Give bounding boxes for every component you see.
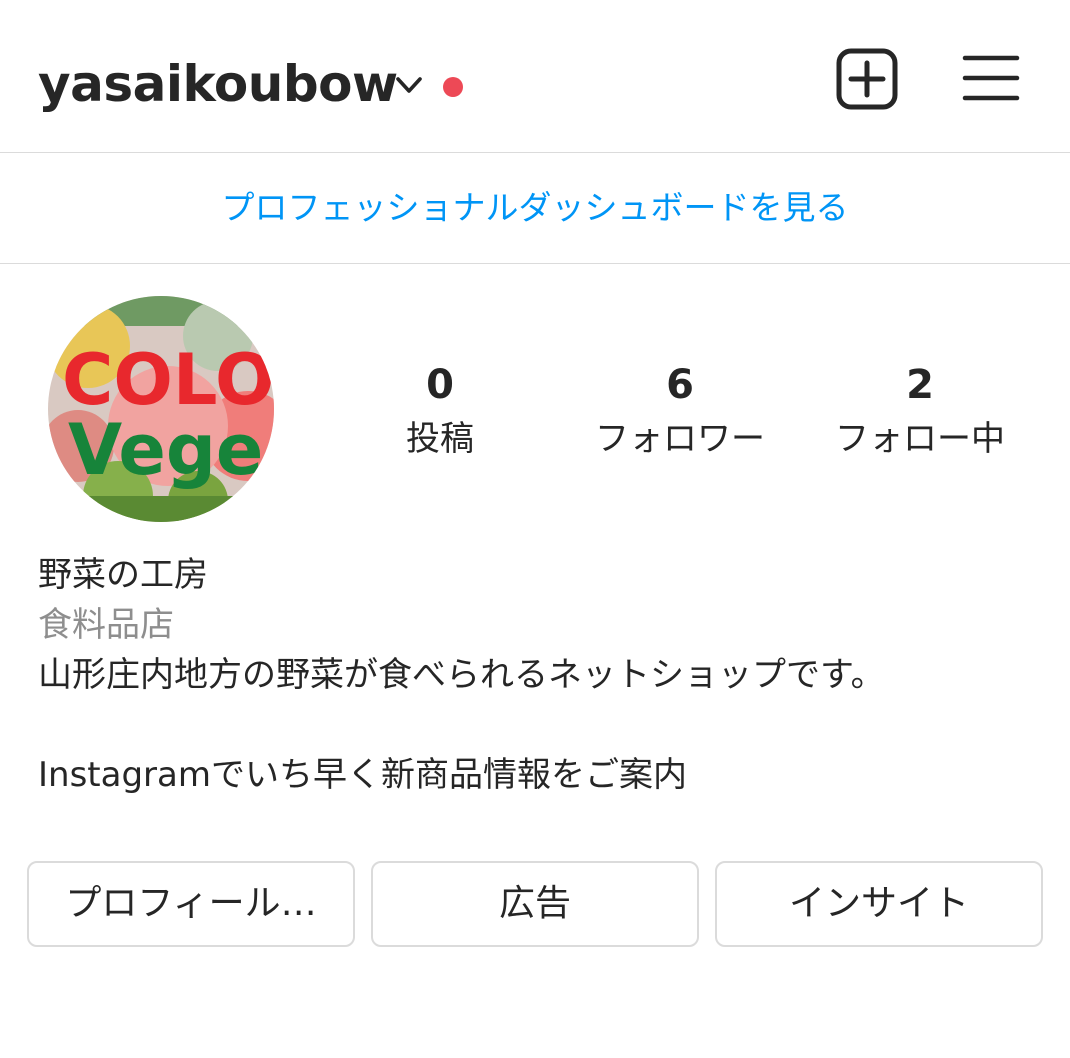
- bio-text-line1: 山形庄内地方の野菜が食べられるネットショップです。: [38, 655, 885, 695]
- top-bar: yasaikoubow: [0, 0, 1070, 153]
- bio-spacer: [38, 700, 1038, 750]
- ads-button[interactable]: 広告: [371, 861, 699, 947]
- stat-posts[interactable]: 0 投稿: [320, 358, 560, 466]
- stat-following-label: フォロー中: [835, 419, 1005, 459]
- display-name: 野菜の工房: [38, 555, 208, 595]
- professional-dashboard-banner: プロフェッショナルダッシュボードを見る: [0, 153, 1070, 264]
- stat-following[interactable]: 2 フォロー中: [800, 358, 1040, 466]
- notification-dot: [443, 77, 463, 97]
- avatar-image: COLO Vege: [48, 296, 274, 522]
- chevron-down-icon[interactable]: [394, 70, 424, 100]
- insights-button[interactable]: インサイト: [715, 861, 1043, 947]
- stat-posts-label: 投稿: [406, 419, 474, 459]
- stat-followers-value: 6: [666, 362, 694, 408]
- avatar[interactable]: COLO Vege: [48, 296, 274, 522]
- stat-followers-label: フォロワー: [595, 419, 765, 459]
- plus-square-icon[interactable]: [836, 48, 898, 110]
- username-title[interactable]: yasaikoubow: [38, 46, 398, 122]
- stat-followers[interactable]: 6 フォロワー: [560, 358, 800, 466]
- business-category: 食料品店: [38, 605, 174, 645]
- stat-posts-value: 0: [426, 362, 454, 408]
- profile-bio: 野菜の工房 食料品店 山形庄内地方の野菜が食べられるネットショップです。 Ins…: [38, 550, 1038, 800]
- avatar-text-line2: Vege: [68, 409, 263, 491]
- stat-following-value: 2: [906, 362, 934, 408]
- hamburger-menu-icon[interactable]: [962, 52, 1020, 104]
- professional-dashboard-link[interactable]: プロフェッショナルダッシュボードを見る: [0, 183, 1070, 233]
- bio-text-line2: Instagramでいち早く新商品情報をご案内: [38, 755, 687, 795]
- edit-profile-button[interactable]: プロフィール…: [27, 861, 355, 947]
